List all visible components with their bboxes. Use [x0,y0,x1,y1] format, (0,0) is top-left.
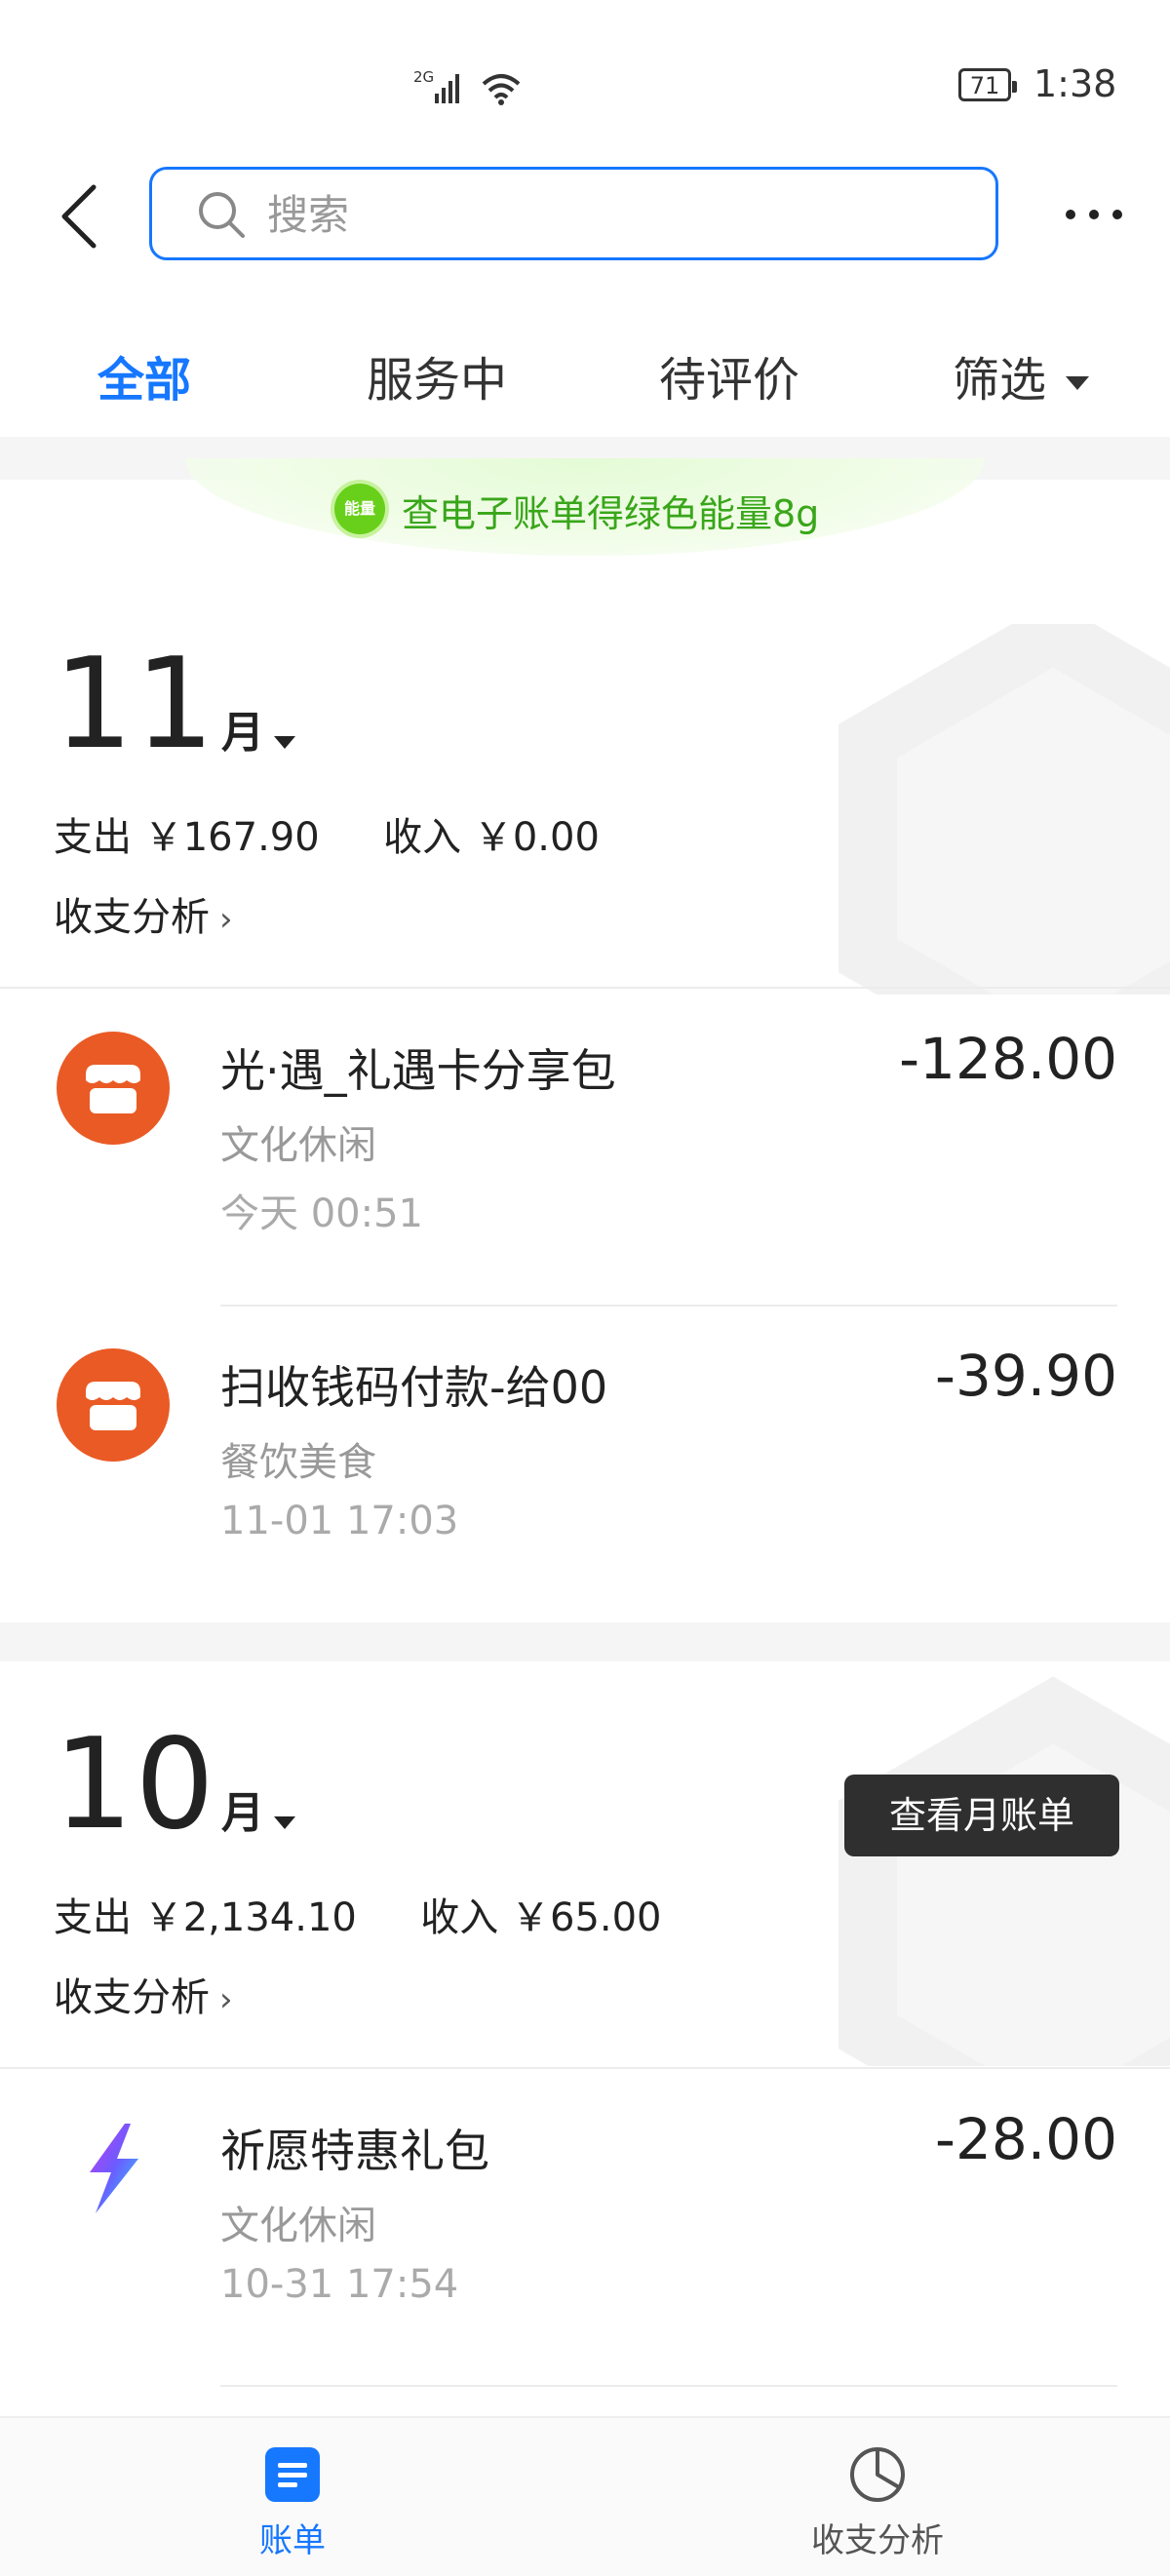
caret-down-icon [273,1816,295,1829]
month-number: 11 [54,632,216,777]
month-summary: 支出 ￥2,134.10 收入 ￥65.00 [54,1886,662,1942]
month-unit: 月 [220,1788,264,1838]
expense-label: 支出 [54,815,132,860]
cellular-signal-icon: 2G [413,68,521,105]
tab-filter-label: 筛选 [953,353,1047,408]
analysis-label: 收支分析 [54,895,210,940]
wifi-icon [482,74,521,105]
income-value: ￥0.00 [473,815,600,860]
transaction-title: 扫收钱码付款-给00 [220,1361,608,1414]
analysis-label: 收支分析 [54,1975,210,2020]
view-monthly-bill-button[interactable]: 查看月账单 [844,1775,1119,1856]
transaction-row[interactable]: 扫收钱码付款-给00 -39.90 餐饮美食 11-01 17:03 [0,1304,1170,1616]
back-arrow-icon[interactable] [51,177,109,255]
transaction-amount: -128.00 [899,1026,1117,1092]
transaction-time: 11-01 17:03 [220,1499,459,1543]
hexagon-decoration [838,1676,1170,2066]
tab-pending-review[interactable]: 待评价 [659,341,800,410]
expense-label: 支出 [54,1895,132,1940]
search-box[interactable] [149,167,998,260]
chevron-right-icon: › [219,1980,233,2019]
transaction-time: 10-31 17:54 [220,2262,459,2307]
transaction-title: 祈愿特惠礼包 [220,2125,489,2177]
transaction-amount: -39.90 [935,1343,1117,1409]
network-type: 2G [413,68,434,86]
tab-all[interactable]: 全部 [98,341,191,410]
transaction-category: 餐饮美食 [220,1440,376,1485]
search-input[interactable] [265,179,971,250]
nav-label: 账单 [259,2521,326,2560]
status-bar: 2G 71 1:38 [0,0,1170,146]
income-label: 收入 [420,1895,499,1940]
tab-filter[interactable]: 筛选 [953,341,1090,410]
income-label: 收入 [383,815,462,860]
pie-chart-icon [850,2447,905,2502]
search-icon [199,192,245,238]
energy-badge-icon: 能量 [334,484,385,534]
clock: 1:38 [1034,62,1117,105]
banner-text: 查电子账单得绿色能量8g [402,492,820,535]
transaction-amount: -28.00 [935,2106,1117,2172]
expense-value: ￥2,134.10 [143,1895,357,1940]
transaction-category: 文化休闲 [220,1123,376,1168]
store-icon [57,1348,170,1462]
transaction-row[interactable]: 祈愿特惠礼包 -28.00 文化休闲 10-31 17:54 [0,2067,1170,2387]
month-unit: 月 [220,708,264,758]
filter-tabs: 全部 服务中 待评价 筛选 [0,312,1170,429]
analysis-link[interactable]: 收支分析 › [54,1966,233,2022]
month-header-october[interactable]: 10 月 [54,1712,295,1857]
nav-item-analysis[interactable]: 收支分析 [760,2445,994,2561]
month-summary: 支出 ￥167.90 收入 ￥0.00 [54,805,600,862]
nav-label: 收支分析 [811,2521,944,2560]
green-energy-banner[interactable]: 能量 查电子账单得绿色能量8g [185,458,985,556]
hexagon-decoration [838,624,1170,995]
lightning-app-icon [90,2124,138,2213]
month-number: 10 [54,1712,216,1857]
chevron-right-icon: › [219,900,233,939]
bottom-nav: 账单 收支分析 [0,2416,1170,2576]
divider [220,2385,1117,2387]
month-header-november[interactable]: 11 月 [54,632,295,777]
caret-down-icon [273,736,295,749]
caret-down-icon [1066,376,1090,390]
transaction-row[interactable]: 光·遇_礼遇卡分享包 -128.00 文化休闲 今天 00:51 [0,987,1170,1307]
transaction-title: 光·遇_礼遇卡分享包 [220,1044,616,1097]
battery-indicator: 71 [958,68,1017,101]
income-value: ￥65.00 [511,1895,662,1940]
bill-icon [265,2447,320,2502]
divider-band [0,1622,1170,1661]
transaction-category: 文化休闲 [220,2204,376,2248]
expense-value: ￥167.90 [143,815,320,860]
transaction-time: 今天 00:51 [220,1191,423,1236]
tab-in-service[interactable]: 服务中 [367,341,507,410]
more-options-icon[interactable] [1063,195,1125,234]
store-icon [57,1032,170,1145]
analysis-link[interactable]: 收支分析 › [54,885,233,942]
nav-item-bills[interactable]: 账单 [176,2445,410,2561]
